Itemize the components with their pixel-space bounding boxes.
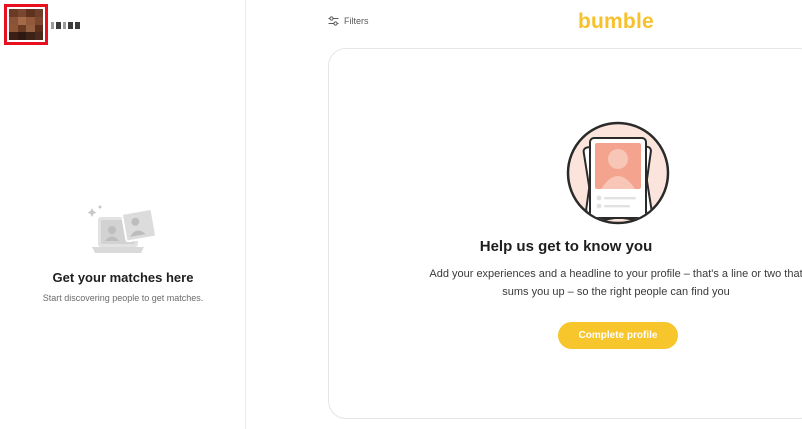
username-redacted <box>51 22 80 29</box>
avatar[interactable] <box>4 4 48 45</box>
complete-profile-button[interactable]: Complete profile <box>558 322 678 349</box>
card-description: Add your experiences and a headline to y… <box>429 268 802 298</box>
sidebar: Get your matches here Start discovering … <box>0 0 246 429</box>
profile-card-illustration <box>566 121 670 225</box>
avatar-pixelated <box>9 9 43 40</box>
profile-row[interactable] <box>4 4 80 45</box>
empty-matches-illustration <box>87 205 157 253</box>
filters-icon <box>328 16 339 26</box>
complete-profile-card: Help us get to know you Add your experie… <box>328 48 802 419</box>
filters-button[interactable]: Filters <box>328 16 369 26</box>
card-title: Help us get to know you <box>479 238 653 255</box>
filters-label: Filters <box>344 16 369 26</box>
empty-state-title: Get your matches here <box>52 270 194 285</box>
empty-state-subtitle: Start discovering people to get matches. <box>42 293 204 303</box>
bumble-logo: bumble <box>578 10 654 33</box>
